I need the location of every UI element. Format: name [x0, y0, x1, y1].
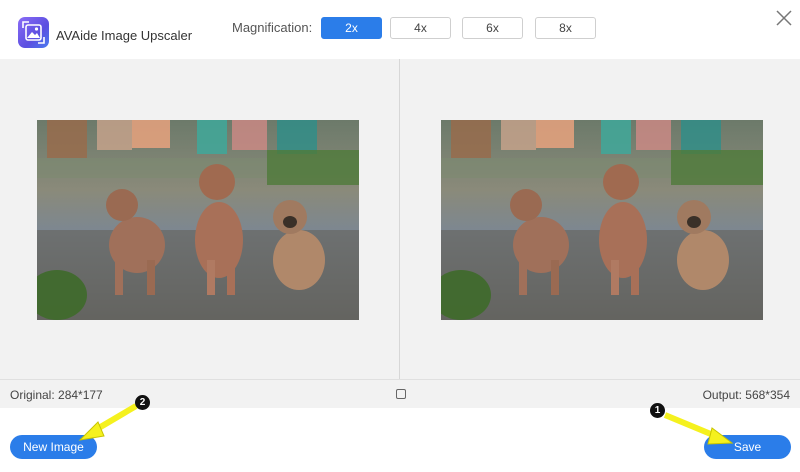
magnification-2x-button[interactable]: 2x [321, 17, 382, 39]
app-logo-icon [18, 17, 49, 48]
magnification-label: Magnification: [232, 20, 313, 35]
header-bar: AVAide Image Upscaler Magnification: 2x … [0, 0, 800, 59]
puppies-photo-original [37, 120, 359, 320]
split-view-icon[interactable] [396, 389, 406, 399]
original-preview [37, 120, 359, 320]
magnification-8x-button[interactable]: 8x [535, 17, 596, 39]
magnification-6x-button[interactable]: 6x [462, 17, 523, 39]
annotation-badge-2: 2 [135, 395, 150, 410]
app-title: AVAide Image Upscaler [56, 28, 193, 43]
annotation-badge-1: 1 [650, 403, 665, 418]
close-icon[interactable] [772, 6, 796, 30]
puppies-photo-output [441, 120, 763, 320]
save-button[interactable]: Save [704, 435, 791, 459]
original-size-label: Original: 284*177 [10, 388, 103, 402]
new-image-button[interactable]: New Image [10, 435, 97, 459]
comparison-area [0, 59, 800, 379]
footer-bar: New Image Save [0, 408, 800, 472]
comparison-divider[interactable] [399, 59, 400, 379]
output-size-label: Output: 568*354 [702, 388, 790, 402]
status-bar: Original: 284*177 Output: 568*354 [0, 379, 800, 408]
magnification-4x-button[interactable]: 4x [390, 17, 451, 39]
output-preview [441, 120, 763, 320]
